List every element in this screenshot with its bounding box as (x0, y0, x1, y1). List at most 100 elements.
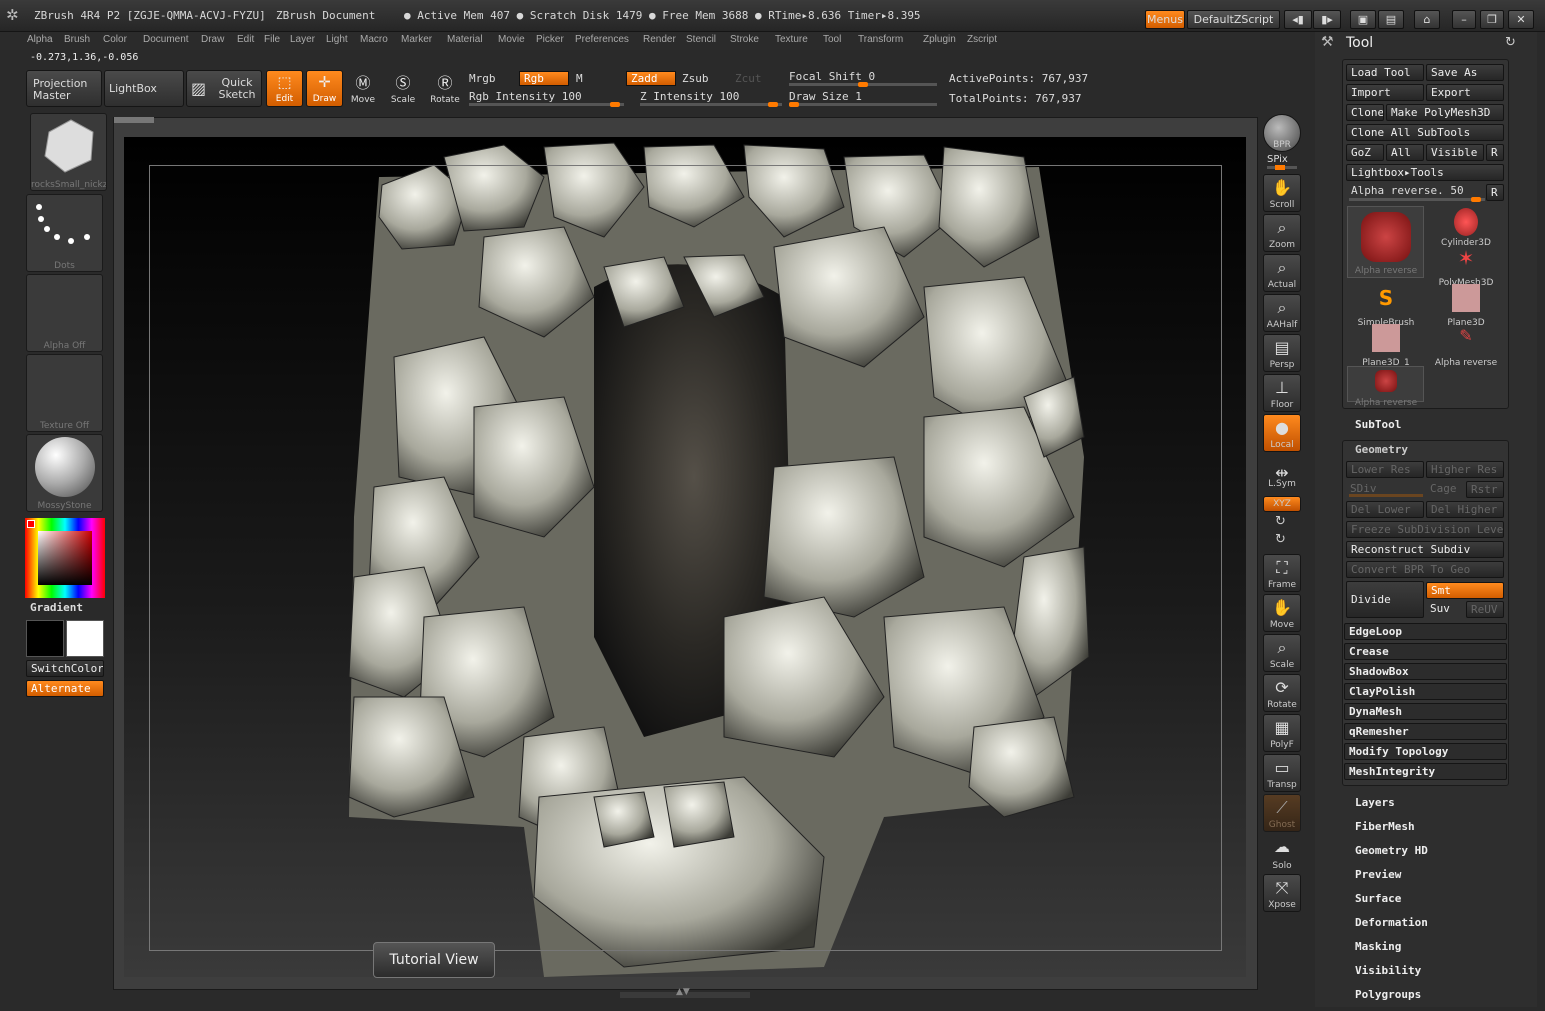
menu-movie[interactable]: Movie (498, 34, 525, 45)
goz-button[interactable]: GoZ (1346, 144, 1384, 161)
goz-r-button[interactable]: R (1486, 144, 1504, 161)
zcut-toggle[interactable]: Zcut (735, 72, 762, 85)
xpose-button[interactable]: ⤧ Xpose (1263, 874, 1301, 912)
persp-button[interactable]: ▤ Persp (1263, 334, 1301, 372)
transp-button[interactable]: ▭ Transp (1263, 754, 1301, 792)
quick-sketch-button[interactable]: ▨ Quick Sketch (186, 70, 262, 107)
divide-button[interactable]: Divide (1346, 581, 1424, 618)
preview-section[interactable]: Preview (1355, 868, 1401, 881)
rgb-toggle[interactable]: Rgb (519, 71, 569, 86)
frame-button[interactable]: ⛶ Frame (1263, 554, 1301, 592)
freeze-subdivision-levels-button[interactable]: Freeze SubDivision Levels (1346, 521, 1504, 538)
secondary-color-swatch[interactable] (26, 620, 64, 657)
mrgb-toggle[interactable]: Mrgb (469, 72, 496, 85)
alpha-thumbnail[interactable]: Alpha Off (26, 274, 103, 352)
zsub-toggle[interactable]: Zsub (682, 72, 709, 85)
color-picker[interactable] (25, 518, 105, 598)
menu-zscript[interactable]: Zscript (967, 34, 997, 45)
higher-res-button[interactable]: Higher Res (1426, 461, 1504, 478)
menu-layer[interactable]: Layer (290, 34, 315, 45)
menu-edit[interactable]: Edit (237, 34, 254, 45)
crease-section[interactable]: Crease (1344, 643, 1507, 660)
del-lower-button[interactable]: Del Lower (1346, 501, 1424, 518)
menu-alpha[interactable]: Alpha (27, 34, 53, 45)
projection-master-button[interactable]: Projection Master (26, 70, 102, 107)
meshintegrity-section[interactable]: MeshIntegrity (1344, 763, 1507, 780)
slider-knob[interactable] (858, 82, 868, 87)
clone-button[interactable]: Clone (1346, 104, 1384, 121)
alternate-button[interactable]: Alternate (26, 680, 104, 697)
z-intensity-slider[interactable] (640, 102, 782, 107)
surface-section[interactable]: Surface (1355, 892, 1401, 905)
goz-visible-button[interactable]: Visible (1426, 144, 1484, 161)
menu-document[interactable]: Document (143, 34, 189, 45)
local-button[interactable]: ● Local (1263, 414, 1301, 452)
lightbox-tools-button[interactable]: Lightbox▸Tools (1346, 164, 1504, 181)
slider-knob[interactable] (610, 102, 620, 107)
rotate-z-icon[interactable]: ↻ (1275, 532, 1286, 547)
menu-picker[interactable]: Picker (536, 34, 564, 45)
close-icon[interactable]: ✕ (1508, 10, 1534, 29)
geometry-hd-section[interactable]: Geometry HD (1355, 844, 1428, 857)
dynamesh-section[interactable]: DynaMesh (1344, 703, 1507, 720)
smt-toggle[interactable]: Smt (1426, 582, 1504, 599)
geometry-section[interactable]: Geometry (1355, 443, 1408, 456)
menu-macro[interactable]: Macro (360, 34, 388, 45)
draw-size-slider[interactable] (789, 102, 937, 107)
lock-icon[interactable]: ⌂ (1414, 10, 1440, 29)
goz-all-button[interactable]: All (1386, 144, 1424, 161)
menu-color[interactable]: Color (103, 34, 127, 45)
zadd-toggle[interactable]: Zadd (626, 71, 676, 86)
menu-stencil[interactable]: Stencil (686, 34, 716, 45)
edgeloop-section[interactable]: EdgeLoop (1344, 623, 1507, 640)
bottom-tray-handle[interactable]: ▲▼ (620, 987, 750, 998)
slider-knob[interactable] (1471, 197, 1481, 202)
default-zscript-button[interactable]: DefaultZScript (1187, 10, 1280, 29)
menu-marker[interactable]: Marker (401, 34, 432, 45)
move-button[interactable]: Ⓜ Move (346, 70, 380, 107)
draw-button[interactable]: ✛ Draw (306, 70, 343, 107)
minimize-icon[interactable]: – (1452, 10, 1476, 29)
menu-render[interactable]: Render (643, 34, 676, 45)
m-toggle[interactable]: M (576, 72, 583, 85)
subtool-section[interactable]: SubTool (1355, 418, 1401, 431)
tool-item-alpha-reverse[interactable]: Alpha reverse (1347, 206, 1425, 278)
deformation-section[interactable]: Deformation (1355, 916, 1428, 929)
reuv-button[interactable]: ReUV (1466, 601, 1504, 618)
del-higher-button[interactable]: Del Higher (1426, 501, 1504, 518)
tool-item-cylinder3d[interactable]: Cylinder3D (1427, 206, 1505, 248)
ghost-button[interactable]: ⟋ Ghost (1263, 794, 1301, 832)
save-as-button[interactable]: Save As (1426, 64, 1504, 81)
window-layout2-icon[interactable]: ▤ (1378, 10, 1404, 29)
menu-transform[interactable]: Transform (858, 34, 903, 45)
floor-button[interactable]: ⊥ Floor (1263, 374, 1301, 412)
tool-item-plane3d-1[interactable]: Plane3D_1 (1347, 324, 1425, 368)
cage-button[interactable]: Cage (1426, 481, 1464, 498)
tool-r-button[interactable]: R (1486, 184, 1504, 201)
layout-prev-icon[interactable]: ◂▮ (1284, 10, 1312, 29)
maximize-icon[interactable]: ❐ (1480, 10, 1504, 29)
menu-tool[interactable]: Tool (823, 34, 841, 45)
layout-next-icon[interactable]: ▮▸ (1313, 10, 1341, 29)
solo-button[interactable]: ☁ Solo (1263, 834, 1301, 872)
tool-item-alpha-reverse-2[interactable]: ✎ Alpha reverse (1427, 326, 1505, 368)
polyf-button[interactable]: ▦ PolyF (1263, 714, 1301, 752)
menu-file[interactable]: File (264, 34, 280, 45)
scale-button[interactable]: Ⓢ Scale (386, 70, 420, 107)
actual-button[interactable]: ⌕ Actual (1263, 254, 1301, 292)
slider-knob[interactable] (768, 102, 778, 107)
rstr-button[interactable]: Rstr (1466, 481, 1504, 498)
xyz-button[interactable]: XYZ (1263, 496, 1301, 512)
slider-knob[interactable] (1275, 165, 1285, 170)
clone-all-subtools-button[interactable]: Clone All SubTools (1346, 124, 1504, 141)
slider-knob[interactable] (789, 102, 799, 107)
menu-zplugin[interactable]: Zplugin (923, 34, 956, 45)
menu-light[interactable]: Light (326, 34, 348, 45)
menu-preferences[interactable]: Preferences (575, 34, 629, 45)
rotate-y-icon[interactable]: ↻ (1275, 514, 1286, 529)
menus-button[interactable]: Menus (1145, 10, 1185, 29)
fibermesh-section[interactable]: FiberMesh (1355, 820, 1415, 833)
tool-item-simplebrush[interactable]: S SimpleBrush (1347, 286, 1425, 328)
tool-item-alpha-reverse-3[interactable]: Alpha reverse (1347, 366, 1425, 408)
bpr-button[interactable]: BPR (1263, 114, 1301, 152)
